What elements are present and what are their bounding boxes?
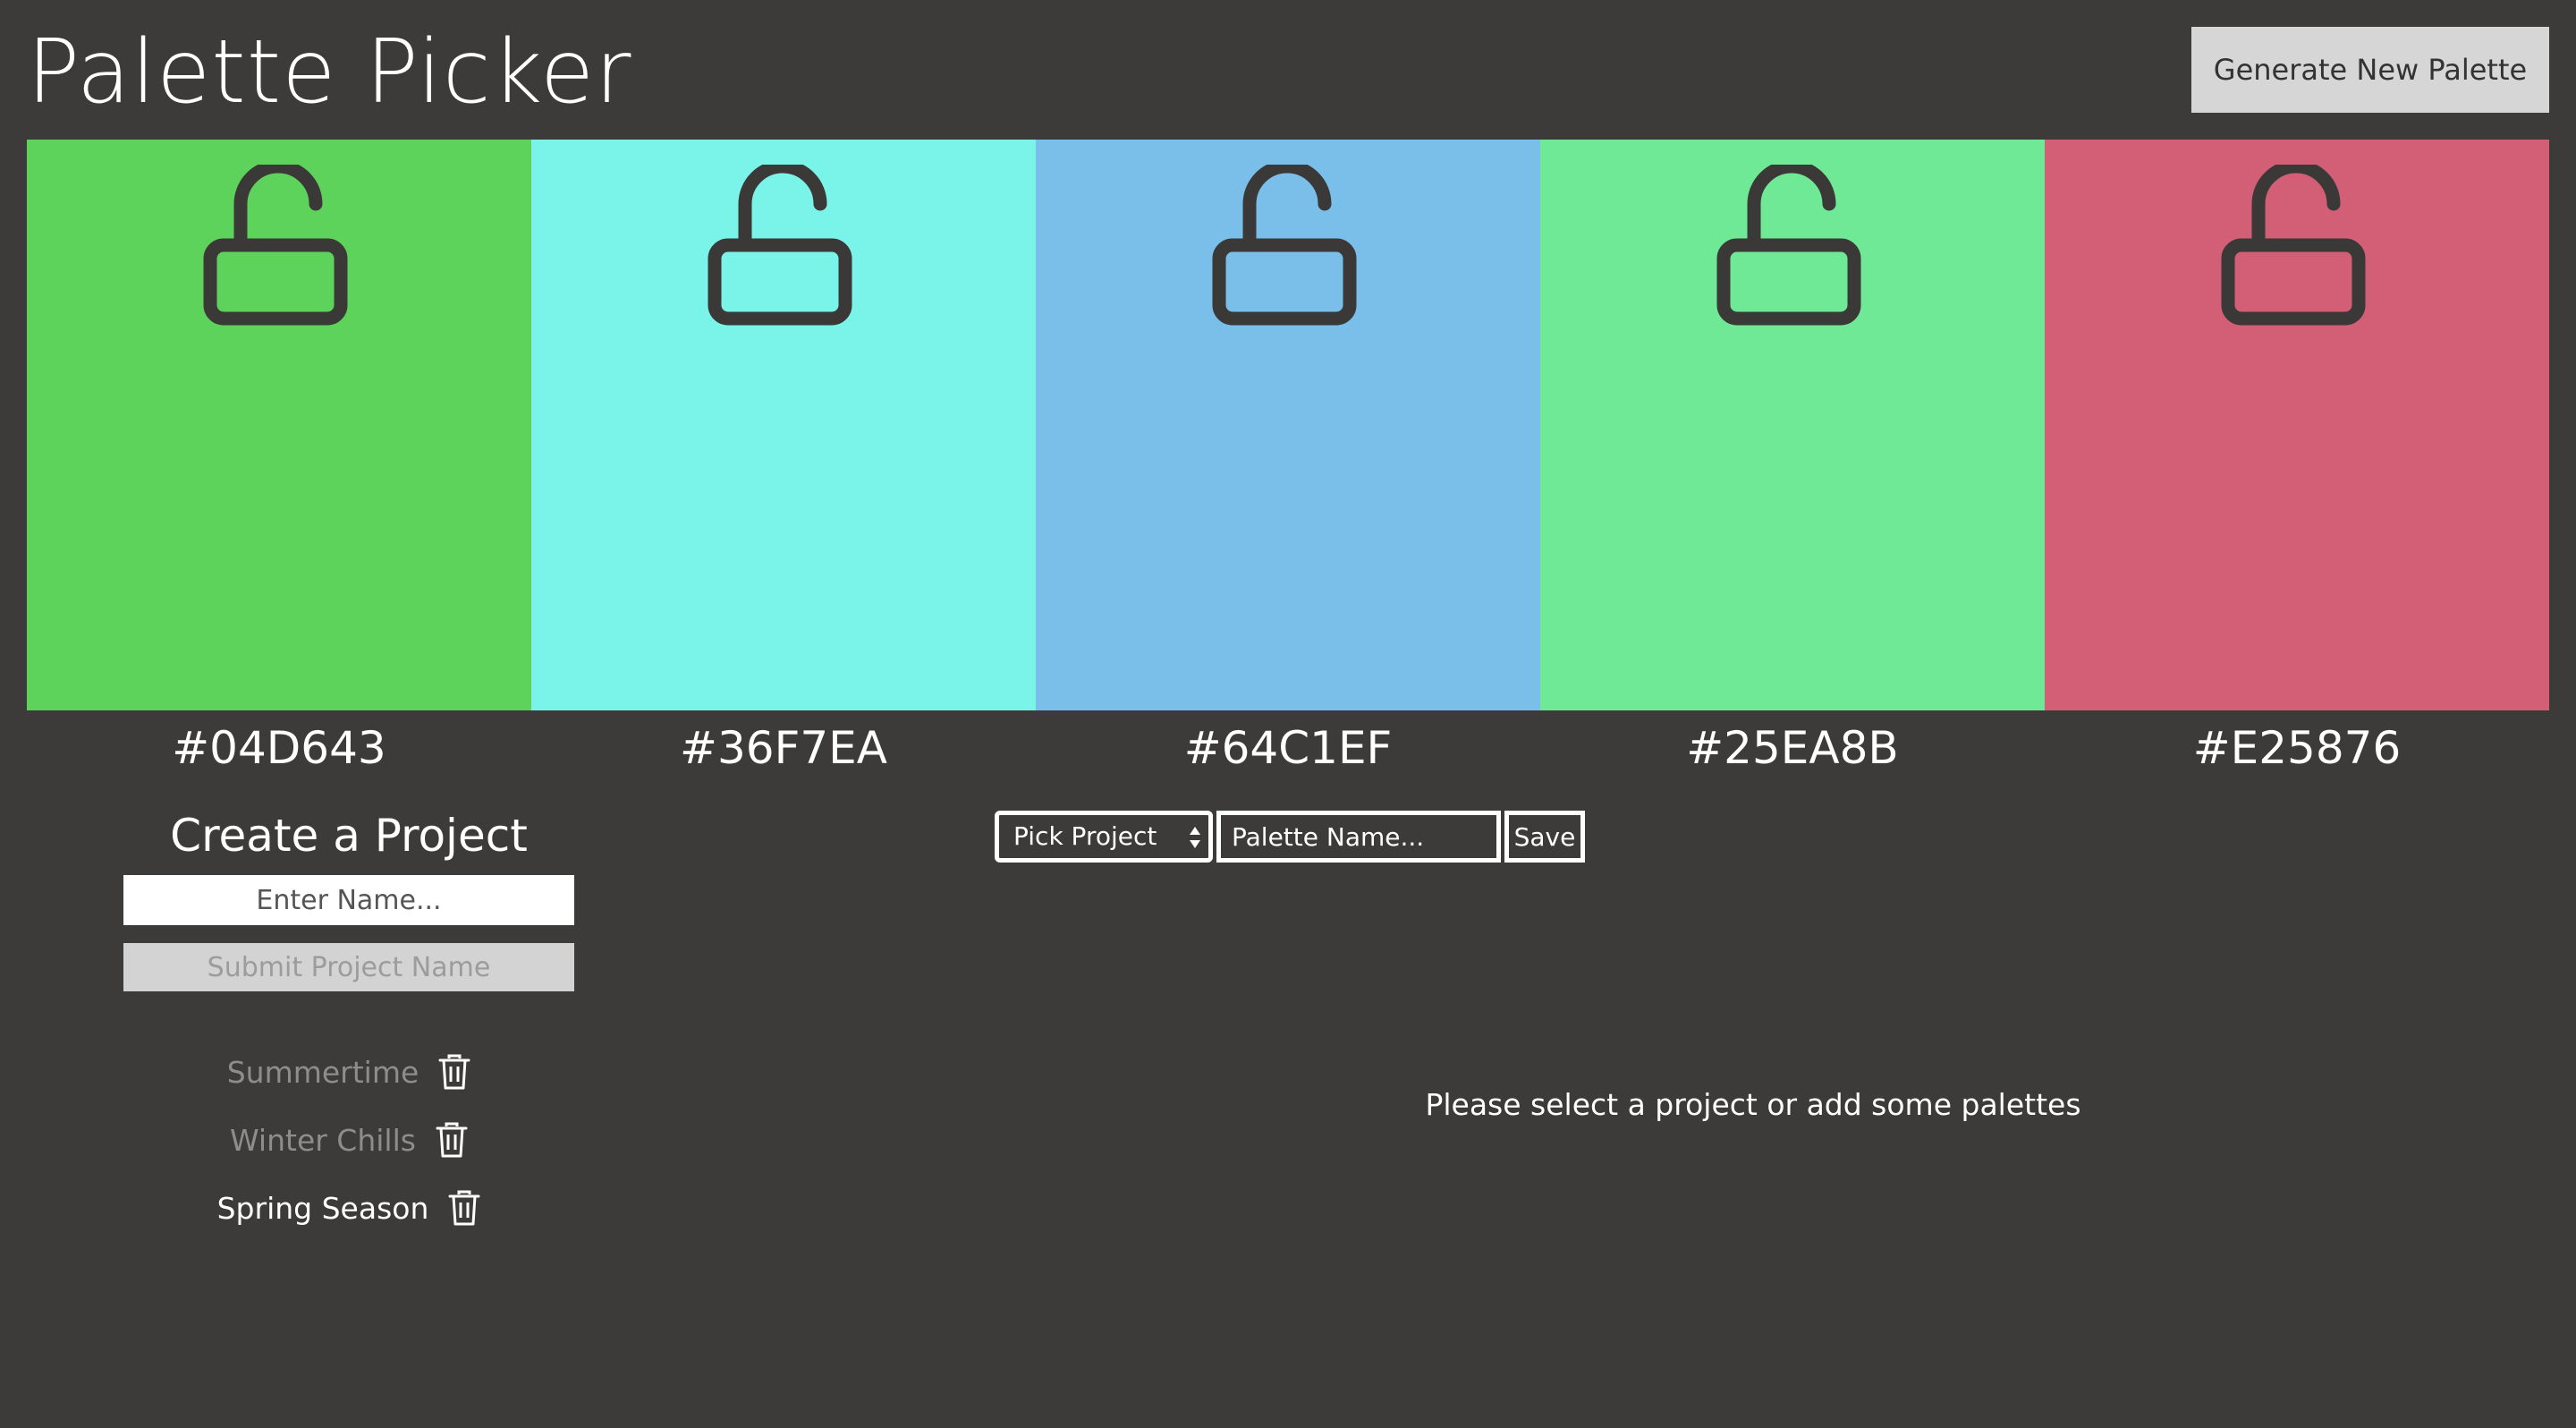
palette-swatches xyxy=(27,140,2549,710)
color-swatch-2 xyxy=(531,140,1036,710)
trash-icon[interactable] xyxy=(448,1189,480,1227)
project-name[interactable]: Summertime xyxy=(227,1055,419,1090)
trash-icon[interactable] xyxy=(438,1053,470,1091)
hex-code-row: #04D643 #36F7EA #64C1EF #25EA8B #E25876 xyxy=(27,712,2549,784)
color-swatch-4 xyxy=(1540,140,2045,710)
project-name-input[interactable] xyxy=(123,875,574,925)
project-name[interactable]: Winter Chills xyxy=(230,1123,416,1158)
color-swatch-1 xyxy=(27,140,531,710)
hex-code-label: #E25876 xyxy=(2192,722,2402,774)
hex-code-label: #04D643 xyxy=(172,722,386,774)
save-palette-form: Pick Project Save xyxy=(995,811,1585,863)
project-list: Summertime Winter Chills Spring Season xyxy=(123,1038,574,1242)
trash-icon[interactable] xyxy=(436,1121,468,1159)
hex-code-label: #25EA8B xyxy=(1686,722,1899,774)
unlocked-padlock-icon[interactable] xyxy=(2221,165,2373,326)
color-swatch-5 xyxy=(2045,140,2549,710)
create-project-heading: Create a Project xyxy=(170,810,528,862)
project-item-winter-chills[interactable]: Winter Chills xyxy=(123,1106,574,1174)
submit-project-button[interactable]: Submit Project Name xyxy=(123,943,574,991)
project-item-spring-season[interactable]: Spring Season xyxy=(123,1174,574,1242)
color-swatch-3 xyxy=(1036,140,1540,710)
hex-code-label: #36F7EA xyxy=(680,722,887,774)
palette-name-input[interactable] xyxy=(1216,811,1501,863)
unlocked-padlock-icon[interactable] xyxy=(1212,165,1364,326)
empty-state-message: Please select a project or add some pale… xyxy=(1425,1087,2081,1122)
unlocked-padlock-icon[interactable] xyxy=(203,165,355,326)
unlocked-padlock-icon[interactable] xyxy=(1716,165,1868,326)
generate-palette-button[interactable]: Generate New Palette xyxy=(2191,27,2549,113)
pick-project-select[interactable]: Pick Project xyxy=(995,811,1213,863)
pick-project-value: Pick Project xyxy=(1013,821,1157,851)
unlocked-padlock-icon[interactable] xyxy=(708,165,860,326)
hex-code-label: #64C1EF xyxy=(1183,722,1393,774)
select-arrows-icon xyxy=(1190,827,1200,848)
project-item-summertime[interactable]: Summertime xyxy=(123,1038,574,1106)
project-name[interactable]: Spring Season xyxy=(217,1191,429,1226)
app-title: Palette Picker xyxy=(27,21,632,123)
save-palette-button[interactable]: Save xyxy=(1504,811,1585,863)
palette-picker-page: Palette Picker Generate New Palette #04D… xyxy=(0,0,2576,1428)
